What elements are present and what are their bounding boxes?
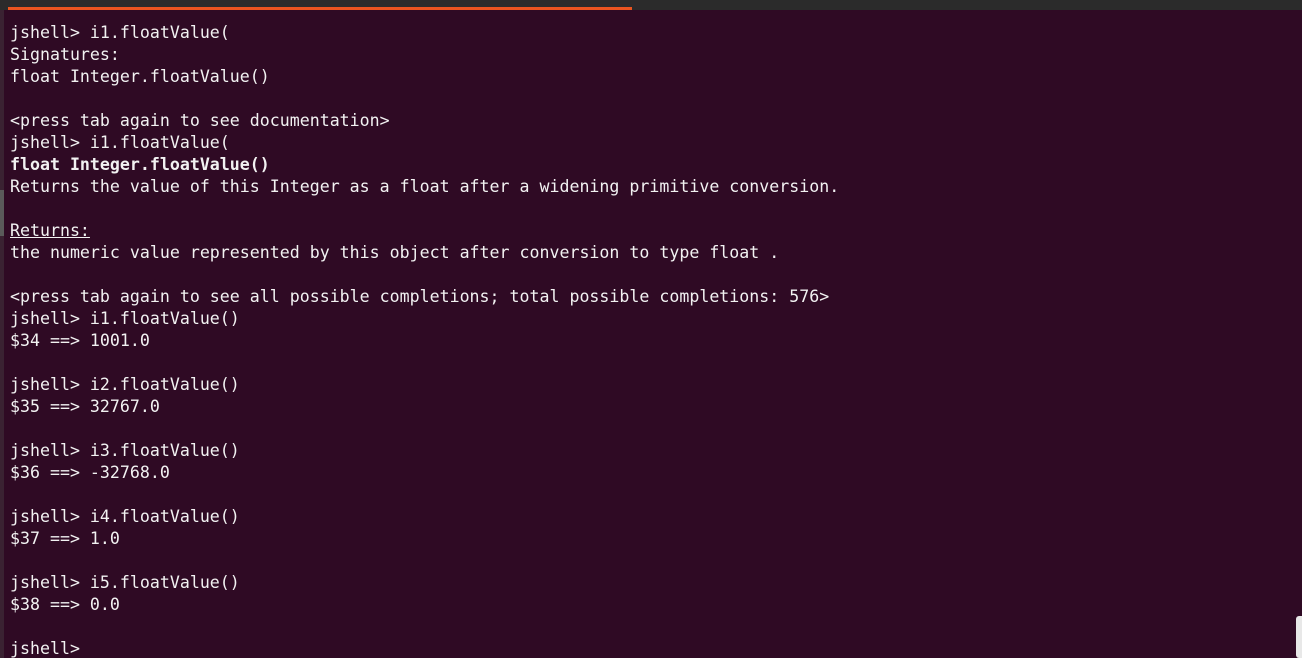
terminal-line-text: $38 ==> 0.0 bbox=[10, 595, 120, 614]
terminal-line-text: jshell> i1.floatValue( bbox=[10, 133, 230, 152]
terminal-line: float Integer.floatValue() bbox=[10, 154, 1294, 176]
terminal-line: $35 ==> 32767.0 bbox=[10, 396, 1294, 418]
terminal-line-text: float Integer.floatValue() bbox=[10, 155, 270, 174]
terminal-line: jshell> i1.floatValue( bbox=[10, 22, 1294, 44]
terminal-line-text: jshell> i4.floatValue() bbox=[10, 507, 240, 526]
terminal-line-text: jshell> i5.floatValue() bbox=[10, 573, 240, 592]
terminal-line: jshell> i5.floatValue() bbox=[10, 572, 1294, 594]
terminal-line: $34 ==> 1001.0 bbox=[10, 330, 1294, 352]
terminal-line-text: the numeric value represented by this ob… bbox=[10, 243, 780, 262]
window-top-bar bbox=[0, 0, 1302, 10]
active-tab-indicator[interactable] bbox=[8, 7, 632, 10]
terminal-line: $37 ==> 1.0 bbox=[10, 528, 1294, 550]
terminal-line-text: Returns the value of this Integer as a f… bbox=[10, 177, 840, 196]
terminal-line: the numeric value represented by this ob… bbox=[10, 242, 1294, 264]
terminal-line-text: jshell> bbox=[10, 639, 80, 658]
terminal-line-text: Signatures: bbox=[10, 45, 120, 64]
terminal-line: $38 ==> 0.0 bbox=[10, 594, 1294, 616]
terminal-output[interactable]: jshell> i1.floatValue( Signatures: float I… bbox=[10, 22, 1294, 658]
terminal-line-text: float Integer.floatValue() bbox=[10, 67, 270, 86]
terminal-line: jshell> i1.floatValue() bbox=[10, 308, 1294, 330]
terminal-line-text: jshell> i1.floatValue() bbox=[10, 309, 240, 328]
terminal-line-text: $34 ==> 1001.0 bbox=[10, 331, 150, 350]
terminal-line-text: $36 ==> -32768.0 bbox=[10, 463, 170, 482]
terminal-line-text: Returns: bbox=[10, 221, 90, 240]
left-window-edge bbox=[0, 10, 4, 658]
terminal-line: jshell> i4.floatValue() bbox=[10, 506, 1294, 528]
terminal-line: jshell> i2.floatValue() bbox=[10, 374, 1294, 396]
terminal-line: Signatures: bbox=[10, 44, 1294, 66]
terminal-line-text: <press tab again to see all possible com… bbox=[10, 287, 830, 306]
terminal-line-text: <press tab again to see documentation> bbox=[10, 111, 390, 130]
scrollbar-thumb[interactable] bbox=[1296, 616, 1302, 658]
terminal-line: jshell> bbox=[10, 638, 1294, 658]
terminal-line: $36 ==> -32768.0 bbox=[10, 462, 1294, 484]
terminal-line: Returns the value of this Integer as a f… bbox=[10, 176, 1294, 198]
left-edge-marker bbox=[0, 190, 4, 236]
terminal-line-text: jshell> i2.floatValue() bbox=[10, 375, 240, 394]
terminal-line-text: $35 ==> 32767.0 bbox=[10, 397, 160, 416]
terminal-line-text: $37 ==> 1.0 bbox=[10, 529, 120, 548]
terminal-line: jshell> i1.floatValue( bbox=[10, 132, 1294, 154]
terminal-line-text: jshell> i1.floatValue( bbox=[10, 23, 230, 42]
terminal-line: float Integer.floatValue() bbox=[10, 66, 1294, 88]
terminal-line: <press tab again to see documentation> bbox=[10, 110, 1294, 132]
terminal-line: <press tab again to see all possible com… bbox=[10, 286, 1294, 308]
terminal-line-text: jshell> i3.floatValue() bbox=[10, 441, 240, 460]
terminal-line: jshell> i3.floatValue() bbox=[10, 440, 1294, 462]
terminal-line: Returns: bbox=[10, 220, 1294, 242]
